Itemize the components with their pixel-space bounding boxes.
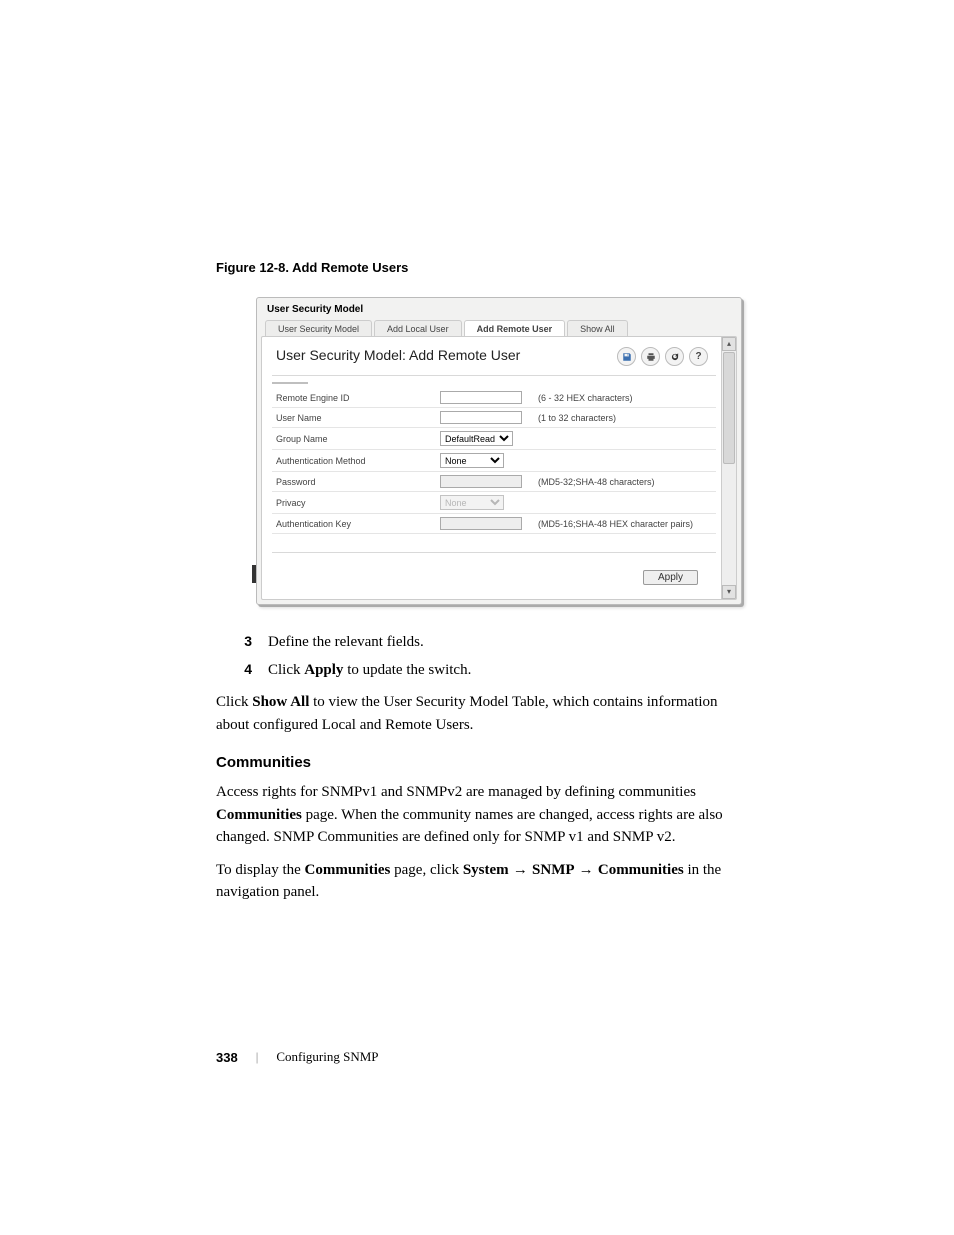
screenshot: User Security Model User Security Model …	[256, 297, 744, 607]
divider	[272, 375, 716, 376]
scroll-thumb[interactable]	[723, 352, 735, 464]
after-steps-para: Click Show All to view the User Security…	[216, 691, 738, 736]
hint-auth-key: (MD5-16;SHA-48 HEX character pairs)	[534, 514, 716, 534]
communities-para-1: Access rights for SNMPv1 and SNMPv2 are …	[216, 781, 738, 849]
communities-p2-b3: SNMP	[532, 862, 575, 878]
figure-caption: Figure 12-8. Add Remote Users	[216, 260, 738, 275]
label-group-name: Group Name	[272, 428, 436, 450]
steps: 3 Define the relevant fields. 4 Click Ap…	[216, 631, 738, 681]
row-group-name: Group Name DefaultRead	[272, 428, 716, 450]
chapter-title: Configuring SNMP	[276, 1049, 378, 1065]
label-privacy: Privacy	[272, 492, 436, 514]
save-icon[interactable]	[617, 347, 636, 366]
communities-p2-b4: Communities	[598, 862, 684, 878]
tab-add-local-user[interactable]: Add Local User	[374, 320, 462, 337]
help-icon[interactable]: ?	[689, 347, 708, 366]
short-divider	[272, 382, 308, 384]
select-privacy: None	[440, 495, 504, 510]
step-4-text: Click Apply to update the switch.	[268, 659, 471, 682]
apply-button[interactable]: Apply	[643, 570, 698, 585]
label-user-name: User Name	[272, 408, 436, 428]
step-4-number: 4	[216, 659, 268, 682]
row-auth-method: Authentication Method None	[272, 450, 716, 472]
form-table: Remote Engine ID (6 - 32 HEX characters)…	[272, 388, 716, 534]
content-pane: ▴ ▾ User Security Model: Add Remote User	[261, 336, 737, 600]
step-3-text: Define the relevant fields.	[268, 631, 424, 654]
hint-user-name: (1 to 32 characters)	[534, 408, 716, 428]
step-3: 3 Define the relevant fields.	[216, 631, 738, 654]
communities-p1-bold: Communities	[216, 807, 302, 823]
pane-inner: User Security Model: Add Remote User	[272, 345, 716, 591]
communities-p2-mid1: page, click	[390, 862, 462, 878]
row-user-name: User Name (1 to 32 characters)	[272, 408, 716, 428]
hint-remote-engine-id: (6 - 32 HEX characters)	[534, 388, 716, 408]
chevron-down-icon: ▾	[727, 588, 731, 596]
arrow-icon: →	[575, 861, 598, 878]
label-auth-key: Authentication Key	[272, 514, 436, 534]
input-auth-key[interactable]	[440, 517, 522, 530]
toolbar: ?	[617, 347, 708, 366]
scroll-up-button[interactable]: ▴	[722, 337, 736, 351]
divider	[272, 552, 716, 553]
footer-separator: |	[256, 1049, 259, 1065]
page-heading: User Security Model: Add Remote User	[276, 347, 520, 363]
after-steps-bold: Show All	[252, 694, 309, 710]
print-icon[interactable]	[641, 347, 660, 366]
tab-user-security-model[interactable]: User Security Model	[265, 320, 372, 337]
after-steps-pre: Click	[216, 694, 252, 710]
tab-show-all[interactable]: Show All	[567, 320, 628, 337]
row-remote-engine-id: Remote Engine ID (6 - 32 HEX characters)	[272, 388, 716, 408]
input-remote-engine-id[interactable]	[440, 391, 522, 404]
step-4-post: to update the switch.	[343, 662, 471, 678]
hint-password: (MD5-32;SHA-48 characters)	[534, 472, 716, 492]
row-privacy: Privacy None	[272, 492, 716, 514]
step-4-bold: Apply	[304, 662, 343, 678]
page: Figure 12-8. Add Remote Users User Secur…	[0, 0, 954, 1235]
select-auth-method[interactable]: None	[440, 453, 504, 468]
page-number: 338	[216, 1050, 238, 1065]
label-auth-method: Authentication Method	[272, 450, 436, 472]
panel-title: User Security Model	[267, 304, 363, 315]
step-4-pre: Click	[268, 662, 304, 678]
tab-bar: User Security Model Add Local User Add R…	[265, 320, 630, 337]
step-4: 4 Click Apply to update the switch.	[216, 659, 738, 682]
select-group-name[interactable]: DefaultRead	[440, 431, 513, 446]
communities-p2-b1: Communities	[305, 862, 391, 878]
communities-para-2: To display the Communities page, click S…	[216, 859, 738, 904]
communities-heading: Communities	[216, 754, 738, 771]
tab-add-remote-user[interactable]: Add Remote User	[464, 320, 566, 337]
scroll-down-button[interactable]: ▾	[722, 585, 736, 599]
scrollbar[interactable]: ▴ ▾	[721, 337, 736, 599]
label-password: Password	[272, 472, 436, 492]
input-user-name[interactable]	[440, 411, 522, 424]
row-auth-key: Authentication Key (MD5-16;SHA-48 HEX ch…	[272, 514, 716, 534]
refresh-icon[interactable]	[665, 347, 684, 366]
row-password: Password (MD5-32;SHA-48 characters)	[272, 472, 716, 492]
arrow-icon: →	[509, 861, 532, 878]
communities-p2-pre: To display the	[216, 862, 305, 878]
page-footer: 338 | Configuring SNMP	[216, 1049, 379, 1065]
input-password[interactable]	[440, 475, 522, 488]
apply-bar: Apply	[643, 570, 698, 585]
communities-p2-b2: System	[463, 862, 509, 878]
screenshot-panel: User Security Model User Security Model …	[256, 297, 742, 605]
label-remote-engine-id: Remote Engine ID	[272, 388, 436, 408]
chevron-up-icon: ▴	[727, 340, 731, 348]
communities-p1-pre: Access rights for SNMPv1 and SNMPv2 are …	[216, 784, 696, 800]
step-3-number: 3	[216, 631, 268, 654]
